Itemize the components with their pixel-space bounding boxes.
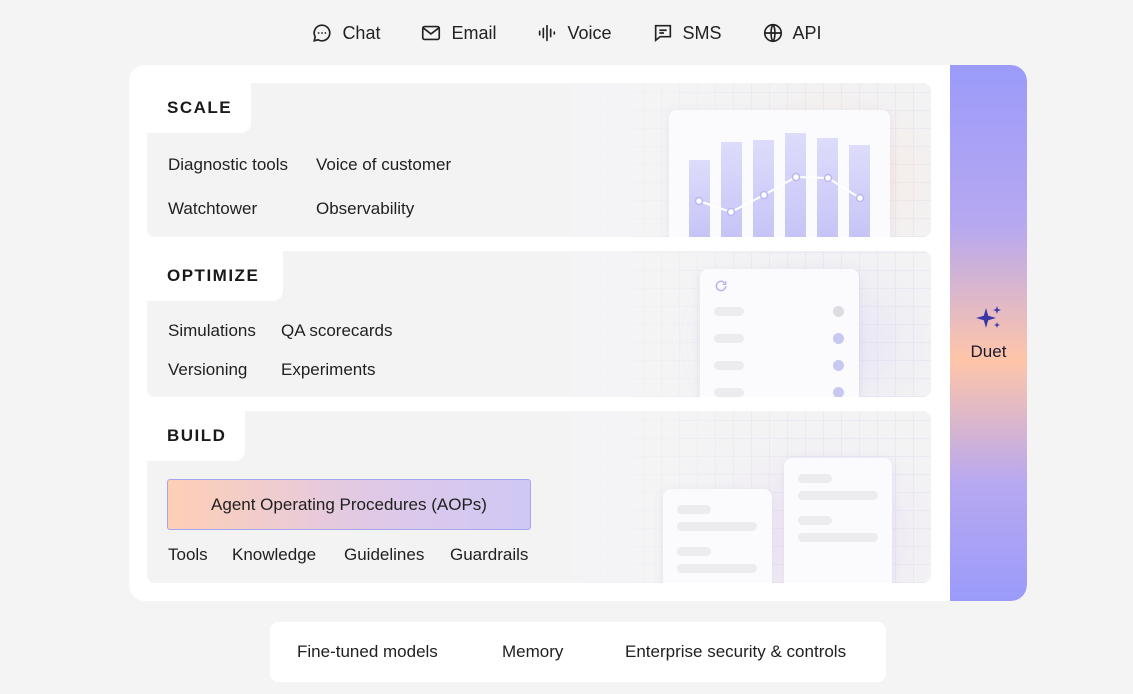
layer-scale: SCALE Diagnostic tools Voice of customer…: [147, 83, 931, 237]
layer-build: BUILD Agent Operating Procedures (AOPs) …: [147, 411, 931, 583]
placeholder-line: [677, 564, 757, 573]
checklist-card: [700, 269, 859, 397]
channel-label: Voice: [567, 22, 612, 43]
channel-api: API: [762, 18, 822, 48]
placeholder-line: [714, 388, 744, 397]
placeholder-line: [677, 505, 711, 514]
channel-row: Chat Email Voice SMS API: [0, 18, 1133, 48]
channel-email: Email: [420, 18, 496, 48]
x-mark-icon: [833, 306, 844, 317]
document-card: [784, 458, 892, 583]
channel-label: Email: [451, 22, 497, 43]
bar-chart-card: [669, 110, 890, 237]
channel-voice: Voice: [536, 18, 612, 48]
globe-icon: [763, 23, 782, 43]
channel-label: SMS: [682, 22, 722, 43]
feature-tools: Tools: [168, 545, 208, 564]
feature-guardrails: Guardrails: [450, 545, 529, 564]
bar-chart-illustration: [689, 133, 870, 237]
placeholder-line: [798, 516, 832, 525]
feature-observability: Observability: [316, 199, 415, 218]
document-card: [663, 489, 772, 583]
feature-diagnostic-tools: Diagnostic tools: [168, 155, 289, 174]
duet-label: Duet: [970, 342, 1007, 361]
channel-label: Chat: [342, 22, 381, 43]
feature-experiments: Experiments: [281, 360, 376, 379]
check-mark-icon: [833, 333, 844, 344]
layer-title-build: BUILD: [147, 411, 245, 461]
envelope-icon: [422, 25, 441, 41]
feature-qa-scorecards: QA scorecards: [281, 321, 393, 340]
feature-simulations: Simulations: [168, 321, 256, 340]
placeholder-line: [798, 474, 832, 483]
message-icon: [654, 24, 671, 43]
foundation-fine-tuned-models: Fine-tuned models: [297, 642, 438, 661]
placeholder-line: [714, 334, 744, 343]
check-mark-icon: [833, 387, 844, 397]
channel-sms: SMS: [652, 18, 722, 48]
feature-guidelines: Guidelines: [344, 545, 425, 564]
chat-bubble-icon: [313, 24, 331, 42]
layer-title-optimize: OPTIMIZE: [147, 251, 283, 301]
placeholder-line: [677, 547, 711, 556]
feature-watchtower: Watchtower: [168, 199, 258, 218]
feature-knowledge: Knowledge: [232, 545, 317, 564]
placeholder-line: [798, 491, 878, 500]
foundation-enterprise-security: Enterprise security & controls: [625, 642, 847, 661]
layer-title-scale: SCALE: [147, 83, 251, 133]
placeholder-line: [714, 307, 744, 316]
refresh-icon: [715, 280, 727, 292]
layer-optimize: OPTIMIZE Simulations QA scorecards Versi…: [147, 251, 931, 397]
feature-versioning: Versioning: [168, 360, 248, 379]
channel-label: API: [792, 22, 822, 43]
channel-chat: Chat: [311, 18, 380, 48]
sparkle-icon: [975, 306, 1001, 328]
foundation-bar: Fine-tuned models Memory Enterprise secu…: [270, 622, 886, 682]
waveform-icon: [539, 24, 556, 42]
duet-panel: Duet: [950, 65, 1027, 601]
aop-highlight: Agent Operating Procedures (AOPs): [167, 479, 531, 530]
placeholder-line: [798, 533, 878, 542]
placeholder-line: [677, 522, 757, 531]
feature-voice-of-customer: Voice of customer: [316, 155, 452, 174]
placeholder-line: [714, 361, 744, 370]
foundation-memory: Memory: [502, 642, 564, 661]
check-mark-icon: [833, 360, 844, 371]
platform-stack: SCALE Diagnostic tools Voice of customer…: [129, 65, 1027, 601]
